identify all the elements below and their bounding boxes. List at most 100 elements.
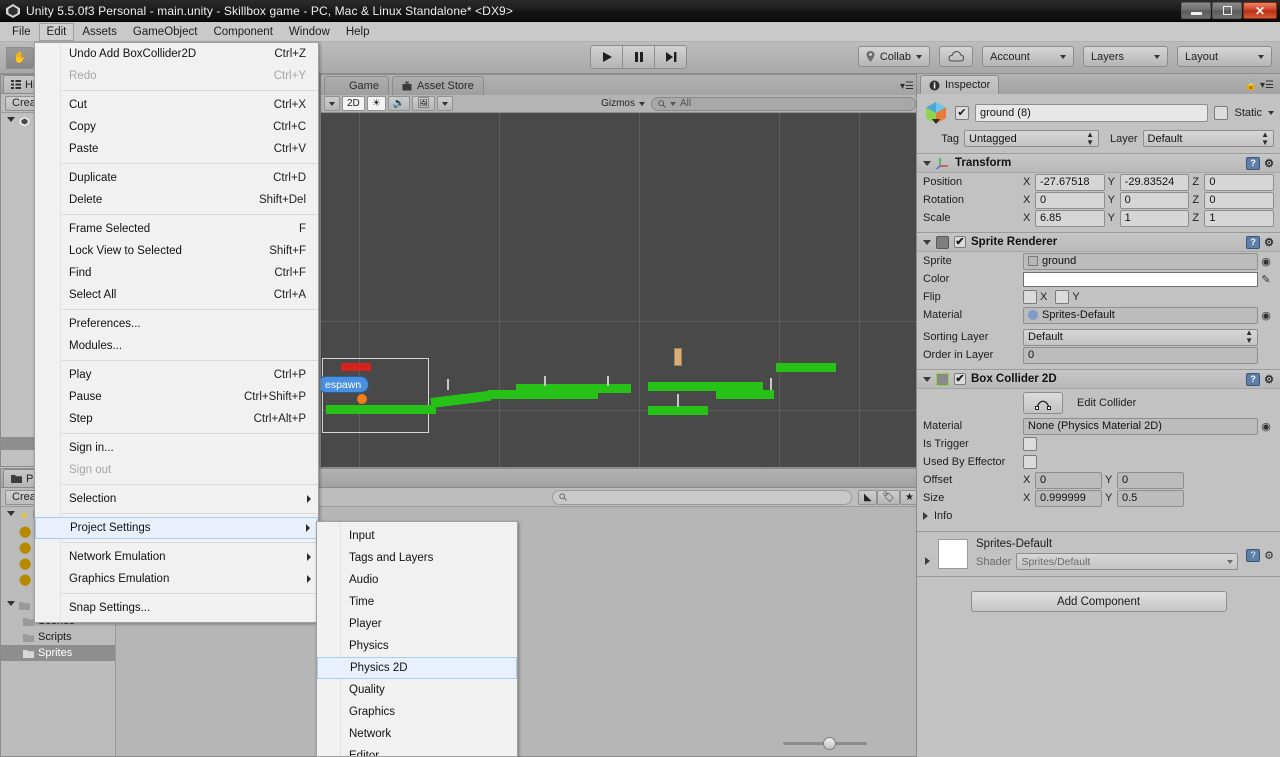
inspector-options-icon[interactable]: 🔓 ▾☰	[1245, 80, 1274, 91]
submenu-item-quality[interactable]: Quality	[317, 679, 517, 701]
gizmos-dropdown[interactable]: Gizmos	[597, 96, 649, 111]
component-header-sprite-renderer[interactable]: Sprite Renderer ? ⚙	[917, 232, 1280, 252]
material-object-field[interactable]: Sprites-Default	[1023, 306, 1258, 324]
project-tree-scripts[interactable]: Scripts	[1, 629, 115, 645]
tab-inspector[interactable]: Inspector	[920, 75, 1000, 94]
menu-item-paste[interactable]: Paste Ctrl+V	[35, 138, 318, 160]
gear-icon[interactable]: ⚙	[1264, 157, 1274, 170]
account-dropdown[interactable]: Account	[982, 46, 1074, 67]
eyedropper-icon[interactable]: ✎	[1258, 273, 1274, 286]
zoom-slider-knob[interactable]	[823, 736, 836, 750]
scene-search-input[interactable]: All	[651, 96, 916, 111]
menu-gameobject[interactable]: GameObject	[125, 23, 206, 41]
menu-item-selection[interactable]: Selection	[35, 488, 318, 510]
scale-z-input[interactable]: 1	[1204, 209, 1275, 227]
rotation-z-input[interactable]: 0	[1204, 191, 1275, 209]
shading-mode-dropdown[interactable]	[324, 96, 340, 111]
menu-item-frame-selected[interactable]: Frame Selected F	[35, 218, 318, 240]
project-tree-sprites[interactable]: Sprites	[1, 645, 115, 661]
is-trigger-checkbox[interactable]	[1023, 437, 1037, 451]
menu-item-pause[interactable]: Pause Ctrl+Shift+P	[35, 386, 318, 408]
menu-file[interactable]: File	[4, 23, 39, 41]
play-button[interactable]	[590, 45, 623, 69]
submenu-item-player[interactable]: Player	[317, 613, 517, 635]
menu-help[interactable]: Help	[338, 23, 378, 41]
foldout-triangle-icon[interactable]	[923, 239, 931, 245]
shader-dropdown[interactable]: Sprites/Default	[1016, 553, 1239, 570]
filter-by-type-icon[interactable]: ◣	[858, 489, 878, 505]
platform-ground-4[interactable]	[516, 384, 631, 393]
layer-dropdown[interactable]: Default ▲ ▼	[1142, 130, 1274, 147]
offset-x-input[interactable]: 0	[1035, 471, 1102, 489]
expand-triangle-icon[interactable]	[7, 117, 15, 125]
flip-x-checkbox[interactable]	[1023, 290, 1037, 304]
size-y-input[interactable]: 0.5	[1117, 489, 1184, 507]
position-y-input[interactable]: -29.83524	[1119, 173, 1190, 191]
submenu-item-graphics[interactable]: Graphics	[317, 701, 517, 723]
respawn-label[interactable]: espawn	[321, 376, 370, 393]
sprite-object-field[interactable]: ground	[1023, 252, 1258, 270]
submenu-item-editor[interactable]: Editor	[317, 745, 517, 756]
platform-upper-right[interactable]	[776, 363, 836, 372]
rotation-y-input[interactable]: 0	[1119, 191, 1190, 209]
used-by-effector-checkbox[interactable]	[1023, 455, 1037, 469]
menu-window[interactable]: Window	[281, 23, 338, 41]
position-x-input[interactable]: -27.67518	[1035, 173, 1105, 191]
tab-asset-store[interactable]: Asset Store	[391, 76, 484, 95]
platform-slope[interactable]	[430, 390, 492, 408]
game-canvas[interactable]: espawn	[321, 113, 919, 467]
gear-icon[interactable]: ⚙	[1264, 373, 1274, 386]
color-swatch[interactable]	[1023, 271, 1258, 287]
collider-material-picker-icon[interactable]: ◉	[1258, 420, 1274, 433]
material-picker-icon[interactable]: ◉	[1258, 309, 1274, 322]
material-foldout-icon[interactable]	[925, 557, 930, 565]
menu-item-project-settings[interactable]: Project Settings	[35, 517, 318, 539]
platform-ground-6[interactable]	[716, 390, 774, 399]
maximize-button[interactable]	[1212, 2, 1242, 19]
submenu-item-tags-and-layers[interactable]: Tags and Layers	[317, 547, 517, 569]
effects-icon[interactable]: 🖼	[412, 96, 435, 111]
menu-item-redo[interactable]: Redo Ctrl+Y	[35, 65, 318, 87]
collider-material-field[interactable]: None (Physics Material 2D)	[1023, 417, 1258, 435]
offset-y-input[interactable]: 0	[1117, 471, 1184, 489]
add-component-button[interactable]: Add Component	[970, 591, 1227, 612]
tag-dropdown[interactable]: Untagged ▲ ▼	[964, 130, 1099, 147]
submenu-item-audio[interactable]: Audio	[317, 569, 517, 591]
submenu-item-physics[interactable]: Physics	[317, 635, 517, 657]
menu-assets[interactable]: Assets	[74, 23, 125, 41]
sorting-layer-dropdown[interactable]: Default ▲ ▼	[1023, 328, 1258, 346]
static-checkbox[interactable]	[1214, 106, 1229, 120]
sprite-renderer-enabled-checkbox[interactable]	[954, 236, 966, 248]
menu-item-undo[interactable]: Undo Add BoxCollider2D Ctrl+Z	[35, 43, 318, 65]
help-icon[interactable]: ?	[1246, 156, 1261, 170]
close-button[interactable]: ✕	[1243, 2, 1277, 19]
help-icon[interactable]: ?	[1246, 235, 1261, 249]
menu-item-copy[interactable]: Copy Ctrl+C	[35, 116, 318, 138]
scene-view-options-icon[interactable]: ▾☰	[900, 81, 914, 92]
menu-item-duplicate[interactable]: Duplicate Ctrl+D	[35, 167, 318, 189]
scale-x-input[interactable]: 6.85	[1035, 209, 1105, 227]
info-foldout-row[interactable]: Info	[917, 507, 1280, 525]
submenu-item-time[interactable]: Time	[317, 591, 517, 613]
project-search-input[interactable]	[552, 489, 853, 505]
help-icon[interactable]: ?	[1246, 548, 1261, 562]
help-icon[interactable]: ?	[1246, 372, 1261, 386]
flip-y-checkbox[interactable]	[1055, 290, 1070, 304]
menu-component[interactable]: Component	[205, 23, 280, 41]
menu-item-step[interactable]: Step Ctrl+Alt+P	[35, 408, 318, 430]
cloud-button[interactable]	[939, 46, 973, 67]
menu-item-preferences[interactable]: Preferences...	[35, 313, 318, 335]
menu-item-play[interactable]: Play Ctrl+P	[35, 364, 318, 386]
menu-item-sign-in[interactable]: Sign in...	[35, 437, 318, 459]
crate-object[interactable]	[674, 348, 682, 366]
minimize-button[interactable]	[1181, 2, 1211, 19]
static-dropdown-icon[interactable]	[1268, 111, 1274, 115]
position-z-input[interactable]: 0	[1204, 173, 1275, 191]
sprite-picker-icon[interactable]: ◉	[1258, 255, 1274, 268]
layers-dropdown[interactable]: Layers	[1083, 46, 1168, 67]
audio-icon[interactable]: 🔊	[387, 96, 411, 111]
effects-dropdown[interactable]	[436, 96, 453, 111]
menu-item-snap-settings[interactable]: Snap Settings...	[35, 597, 318, 619]
asset-zoom-slider[interactable]	[783, 736, 867, 750]
layout-dropdown[interactable]: Layout	[1177, 46, 1272, 67]
